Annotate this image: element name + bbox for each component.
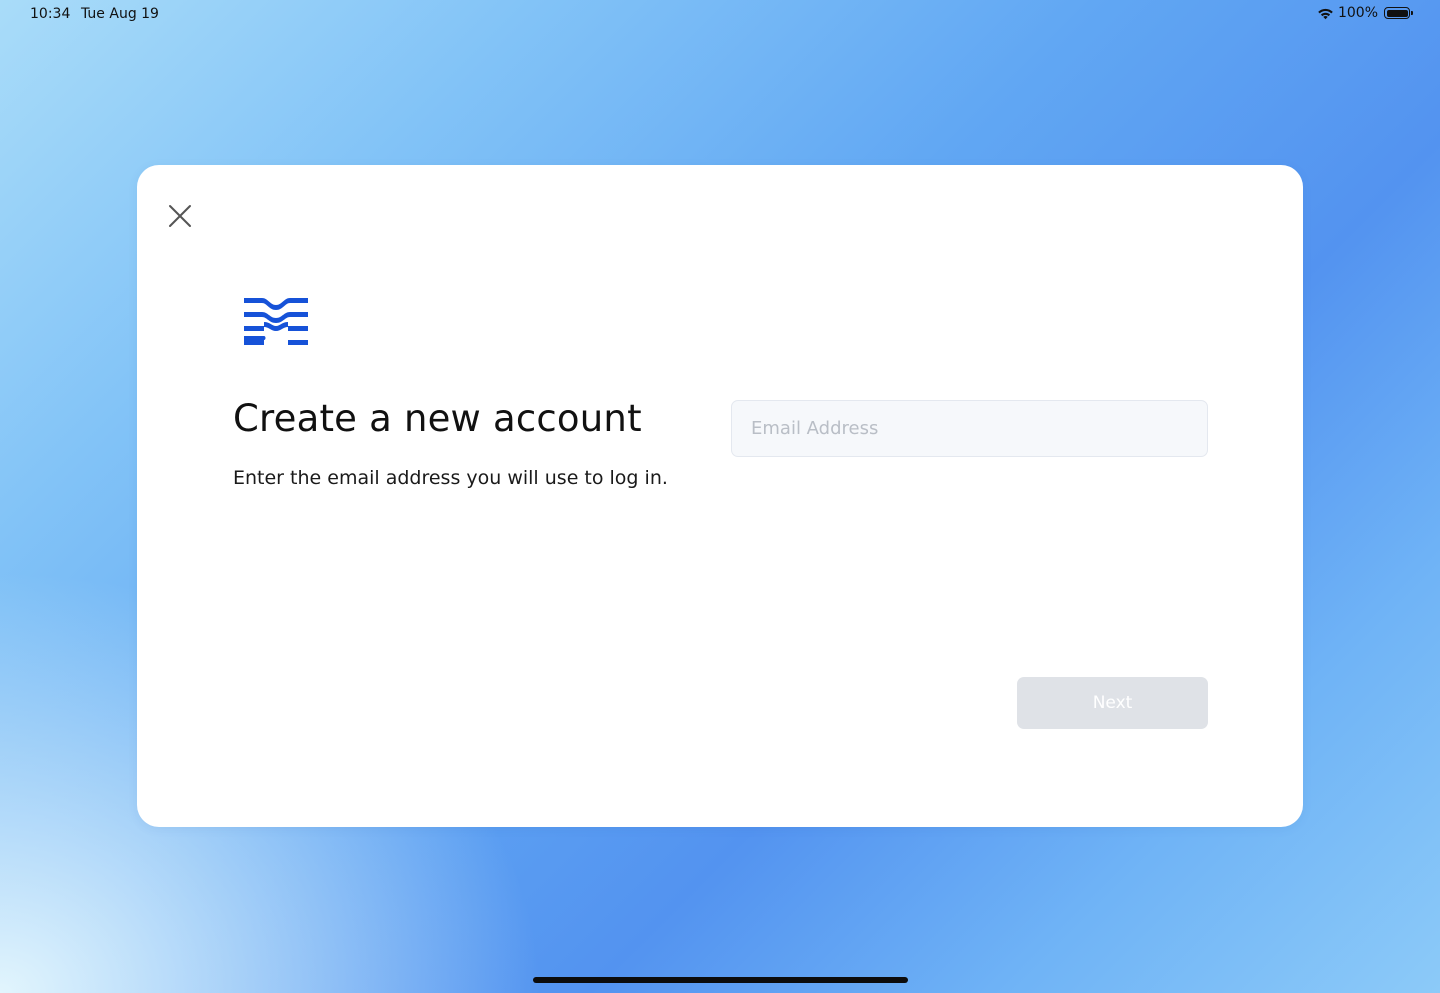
next-button[interactable]: Next <box>1017 677 1208 729</box>
home-indicator[interactable] <box>533 977 908 983</box>
brand-logo <box>244 298 308 345</box>
battery-icon <box>1384 7 1413 19</box>
page-subtitle: Enter the email address you will use to … <box>233 467 668 489</box>
close-icon <box>169 205 191 227</box>
battery-level <box>1386 9 1408 17</box>
email-field[interactable] <box>731 400 1208 457</box>
status-date: Tue Aug 19 <box>81 6 159 22</box>
close-button[interactable] <box>165 202 195 232</box>
status-indicators: 100% <box>1317 5 1413 21</box>
status-bar: 10:34 Tue Aug 19 100% <box>0 0 1440 28</box>
page-title: Create a new account <box>233 397 642 440</box>
battery-percentage: 100% <box>1337 5 1378 21</box>
battery-tip <box>1411 11 1413 15</box>
status-time: 10:34 <box>30 6 71 22</box>
create-account-dialog: Create a new account Enter the email add… <box>137 165 1303 827</box>
wifi-icon <box>1318 8 1333 19</box>
